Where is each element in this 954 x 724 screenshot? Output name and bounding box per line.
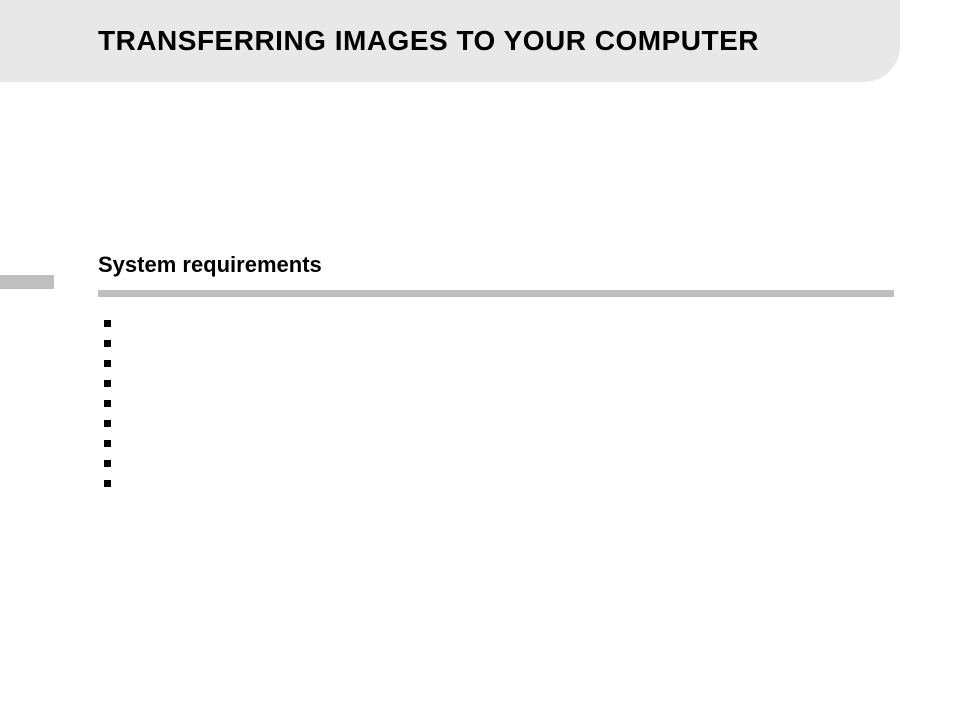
list-item: [104, 373, 954, 393]
bullet-square-icon: [104, 480, 111, 487]
list-item: [104, 353, 954, 373]
list-item: [104, 413, 954, 433]
bullet-square-icon: [104, 320, 111, 327]
bullet-square-icon: [104, 340, 111, 347]
list-item: [104, 473, 954, 493]
section-divider: [98, 290, 894, 297]
header-banner: TRANSFERRING IMAGES TO YOUR COMPUTER: [0, 0, 900, 82]
page-title: TRANSFERRING IMAGES TO YOUR COMPUTER: [98, 25, 759, 57]
section-heading: System requirements: [98, 252, 954, 278]
list-item: [104, 393, 954, 413]
list-item: [104, 453, 954, 473]
requirements-list: [104, 313, 954, 493]
bullet-square-icon: [104, 380, 111, 387]
bullet-square-icon: [104, 400, 111, 407]
section-container: System requirements: [0, 252, 954, 493]
bullet-square-icon: [104, 460, 111, 467]
bullet-square-icon: [104, 440, 111, 447]
list-item: [104, 333, 954, 353]
bullet-square-icon: [104, 360, 111, 367]
bullet-square-icon: [104, 420, 111, 427]
side-tab-marker: [0, 275, 54, 289]
list-item: [104, 433, 954, 453]
list-item: [104, 313, 954, 333]
